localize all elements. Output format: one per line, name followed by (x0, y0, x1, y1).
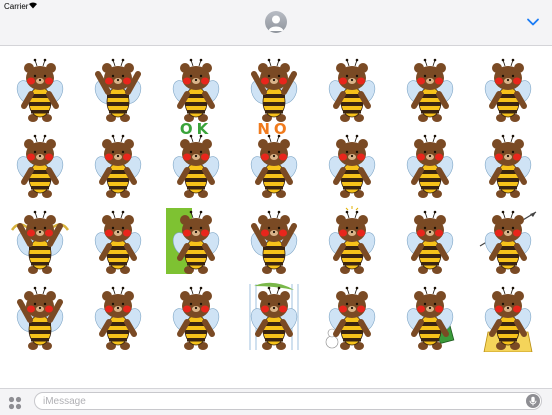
bee-bear-pouting[interactable] (400, 130, 460, 200)
bee-bear-ok-art (172, 134, 220, 198)
bee-bear-honeycomb-art (483, 286, 533, 352)
bee-bear-pointing-art (172, 58, 220, 122)
bee-bear-angel[interactable] (10, 206, 70, 276)
bee-bear-cheering[interactable] (244, 54, 304, 124)
bee-bear-drinking-art (406, 286, 455, 350)
bee-bear-spear-art (479, 210, 537, 274)
bee-bear-spear[interactable] (478, 206, 538, 276)
carrier-label: Carrier (4, 2, 29, 11)
microphone-icon[interactable] (526, 394, 540, 408)
wifi-icon (28, 1, 38, 11)
bee-bear-running-art (328, 134, 376, 198)
message-composer (0, 388, 552, 415)
bee-bear-waving[interactable] (88, 54, 148, 124)
bee-bear-sad[interactable] (166, 282, 226, 352)
bee-bear-cheering-art (250, 58, 298, 122)
bee-bear-dancing-art (16, 134, 64, 198)
contact-avatar[interactable] (265, 11, 287, 33)
bee-bear-snowman-art (325, 286, 376, 350)
bee-bear-standing-art (16, 58, 64, 122)
bee-bear-praying-art (484, 58, 532, 122)
bee-bear-peeking-art (166, 208, 220, 274)
bee-bear-running[interactable] (322, 130, 382, 200)
bee-bear-praying[interactable] (478, 54, 538, 124)
bee-bear-dizzy-art (94, 286, 142, 350)
bee-bear-shy-art (94, 134, 142, 198)
bee-bear-smiling-art (406, 210, 454, 274)
sticker-grid: OK NO (0, 46, 552, 386)
bee-bear-no-art (250, 134, 298, 198)
bee-bear-ok[interactable]: OK (166, 120, 226, 200)
bee-bear-rain[interactable] (244, 282, 304, 352)
bee-bear-lying[interactable] (88, 206, 148, 276)
message-input[interactable] (34, 392, 542, 410)
apps-grid-icon[interactable] (8, 396, 22, 410)
bee-bear-peeking[interactable] (166, 206, 226, 276)
bee-bear-flexing-art (328, 58, 376, 122)
bee-bear-excited-art (250, 210, 298, 274)
bee-bear-honeycomb[interactable] (478, 282, 538, 352)
bee-bear-smiling[interactable] (400, 206, 460, 276)
conversation-header: Carrier (0, 0, 552, 46)
bee-bear-shy[interactable] (88, 130, 148, 200)
bee-bear-standing[interactable] (10, 54, 70, 124)
bee-bear-lying-art (94, 210, 142, 274)
bee-bear-rain-art (249, 282, 299, 350)
bee-bear-idea-art (328, 206, 376, 274)
no-label: NO (257, 120, 291, 138)
bee-bear-drinking[interactable] (400, 282, 460, 352)
bee-bear-thinking[interactable] (400, 54, 460, 124)
bee-bear-flexing[interactable] (322, 54, 382, 124)
bee-bear-idea[interactable] (322, 206, 382, 276)
bee-bear-eating[interactable] (478, 130, 538, 200)
ok-label: OK (179, 120, 213, 138)
bee-bear-sad-art (172, 286, 220, 350)
bee-bear-arms-out-art (16, 286, 64, 350)
bee-bear-no[interactable]: NO (244, 120, 304, 200)
bee-bear-dizzy[interactable] (88, 282, 148, 352)
bee-bear-pouting-art (406, 134, 454, 198)
bee-bear-snowman[interactable] (322, 282, 382, 352)
bee-bear-eating-art (484, 134, 532, 198)
person-icon (268, 15, 284, 31)
bee-bear-dancing[interactable] (10, 130, 70, 200)
bee-bear-thinking-art (406, 58, 454, 122)
bee-bear-arms-out[interactable] (10, 282, 70, 352)
bee-bear-waving-art (94, 58, 142, 122)
chevron-down-icon[interactable] (526, 15, 540, 29)
bee-bear-angel-art (10, 210, 70, 274)
bee-bear-pointing[interactable] (166, 54, 226, 124)
bee-bear-excited[interactable] (244, 206, 304, 276)
